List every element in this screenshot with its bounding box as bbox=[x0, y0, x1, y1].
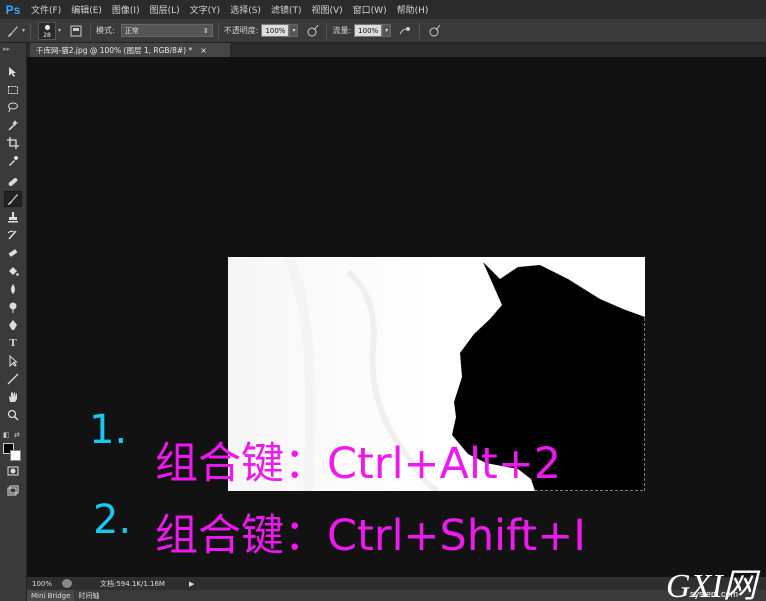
brush-panel-icon[interactable] bbox=[67, 22, 85, 40]
marquee-tool-icon[interactable] bbox=[4, 82, 22, 98]
clone-stamp-tool-icon[interactable] bbox=[4, 209, 22, 225]
healing-brush-tool-icon[interactable] bbox=[4, 174, 22, 190]
divider bbox=[419, 22, 421, 39]
dodge-tool-icon[interactable] bbox=[4, 299, 22, 315]
tab-timeline[interactable]: 时间轴 bbox=[74, 590, 103, 601]
menu-bar: Ps 文件(F) 编辑(E) 图像(I) 图层(L) 文字(Y) 选择(S) 滤… bbox=[0, 0, 766, 19]
pressure-size-icon[interactable] bbox=[425, 22, 443, 40]
photoshop-logo: Ps bbox=[5, 2, 21, 17]
divider bbox=[30, 22, 32, 39]
opacity-input[interactable]: 100% bbox=[261, 24, 290, 37]
step-2-shortcut-text: 组合键：Ctrl+Shift+I bbox=[155, 511, 586, 561]
screen-mode-icon[interactable] bbox=[4, 483, 22, 499]
panel-collapse-icon[interactable]: ▸▸ bbox=[3, 45, 10, 53]
document-tab-strip: 千库网-猫2.jpg @ 100% (图层 1, RGB/8#) * × bbox=[27, 43, 766, 57]
menu-type[interactable]: 文字(Y) bbox=[185, 3, 226, 16]
background-color-swatch[interactable] bbox=[10, 450, 21, 461]
status-menu-arrow-icon[interactable]: ▶ bbox=[189, 580, 194, 588]
magic-wand-tool-icon[interactable] bbox=[4, 117, 22, 133]
brush-preset-picker[interactable]: 28 bbox=[38, 21, 57, 40]
path-selection-tool-icon[interactable] bbox=[4, 353, 22, 369]
menu-edit[interactable]: 编辑(E) bbox=[66, 3, 107, 16]
brush-tool-icon[interactable] bbox=[4, 22, 22, 40]
status-info-icon[interactable] bbox=[62, 579, 72, 588]
status-bar: 100% 文档:594.1K/1.16M ▶ bbox=[27, 577, 766, 590]
menu-image[interactable]: 图像(I) bbox=[107, 3, 145, 16]
canvas-area[interactable]: 1. 组合键：Ctrl+Alt+2 2. 组合键：Ctrl+Shift+I bbox=[27, 57, 766, 577]
paint-bucket-tool-icon[interactable] bbox=[4, 263, 22, 279]
airbrush-icon[interactable] bbox=[396, 22, 414, 40]
menu-view[interactable]: 视图(V) bbox=[306, 3, 347, 16]
divider bbox=[90, 22, 92, 39]
brush-tool-icon[interactable] bbox=[4, 191, 22, 207]
options-bar: ▾ 28 ▾ 模式: 正常 ⇕ 不透明度: 100% ▾ 流量: 100% ▾ bbox=[0, 19, 766, 43]
blend-mode-value: 正常 bbox=[124, 26, 139, 35]
brush-preset-arrow-icon[interactable]: ▾ bbox=[58, 27, 61, 34]
zoom-tool-icon[interactable] bbox=[4, 407, 22, 423]
zoom-level[interactable]: 100% bbox=[27, 580, 59, 588]
menu-filter[interactable]: 滤镜(T) bbox=[266, 3, 307, 16]
crop-tool-icon[interactable] bbox=[4, 135, 22, 151]
bottom-panel-tabs: Mini Bridge 时间轴 bbox=[27, 590, 766, 601]
flow-input[interactable]: 100% bbox=[354, 24, 383, 37]
mode-label: 模式: bbox=[96, 26, 115, 35]
watermark-sub-text: system.com bbox=[690, 589, 739, 599]
blend-mode-select[interactable]: 正常 ⇕ bbox=[120, 24, 213, 37]
document-tab-title: 千库网-猫2.jpg @ 100% (图层 1, RGB/8#) * bbox=[36, 45, 193, 55]
quick-mask-icon[interactable] bbox=[4, 463, 22, 479]
blur-tool-icon[interactable] bbox=[4, 281, 22, 297]
close-icon[interactable]: × bbox=[200, 46, 207, 55]
menu-help[interactable]: 帮助(H) bbox=[392, 3, 434, 16]
swap-colors-icon[interactable]: ⇄ bbox=[14, 431, 20, 439]
divider bbox=[217, 22, 219, 39]
opacity-dropdown-icon[interactable]: ▾ bbox=[289, 24, 299, 37]
pen-tool-icon[interactable] bbox=[4, 317, 22, 333]
menu-window[interactable]: 窗口(W) bbox=[348, 3, 392, 16]
document-tab[interactable]: 千库网-猫2.jpg @ 100% (图层 1, RGB/8#) * × bbox=[30, 43, 230, 57]
menu-select[interactable]: 选择(S) bbox=[225, 3, 266, 16]
opacity-label: 不透明度: bbox=[223, 26, 259, 35]
site-watermark-logo: GXI网 system.com bbox=[666, 558, 766, 601]
tab-mini-bridge[interactable]: Mini Bridge bbox=[27, 590, 75, 601]
history-brush-tool-icon[interactable] bbox=[4, 227, 22, 243]
step-2-number: 2. bbox=[93, 497, 132, 543]
flow-label: 流量: bbox=[332, 26, 352, 35]
flow-dropdown-icon[interactable]: ▾ bbox=[382, 24, 392, 37]
eyedropper-tool-icon[interactable] bbox=[4, 153, 22, 169]
document-size-info: 文档:594.1K/1.16M bbox=[100, 579, 165, 588]
lasso-tool-icon[interactable] bbox=[4, 99, 22, 115]
move-tool-icon[interactable] bbox=[4, 64, 22, 80]
tools-panel: ▸▸ T ◧ ⇄ bbox=[0, 43, 27, 601]
tool-preset-arrow-icon[interactable]: ▾ bbox=[22, 27, 25, 34]
brush-size-value: 28 bbox=[43, 31, 51, 39]
divider bbox=[326, 22, 328, 39]
hand-tool-icon[interactable] bbox=[4, 389, 22, 405]
line-tool-icon[interactable] bbox=[4, 371, 22, 387]
eraser-tool-icon[interactable] bbox=[4, 245, 22, 261]
step-1-shortcut-text: 组合键：Ctrl+Alt+2 bbox=[155, 439, 562, 489]
default-colors-icon[interactable]: ◧ bbox=[3, 431, 10, 439]
menu-layer[interactable]: 图层(L) bbox=[145, 3, 185, 16]
type-tool-icon[interactable]: T bbox=[4, 335, 22, 351]
pressure-opacity-icon[interactable] bbox=[303, 22, 321, 40]
menu-file[interactable]: 文件(F) bbox=[26, 3, 66, 16]
step-1-number: 1. bbox=[89, 407, 128, 453]
chevron-updown-icon: ⇕ bbox=[202, 26, 209, 35]
